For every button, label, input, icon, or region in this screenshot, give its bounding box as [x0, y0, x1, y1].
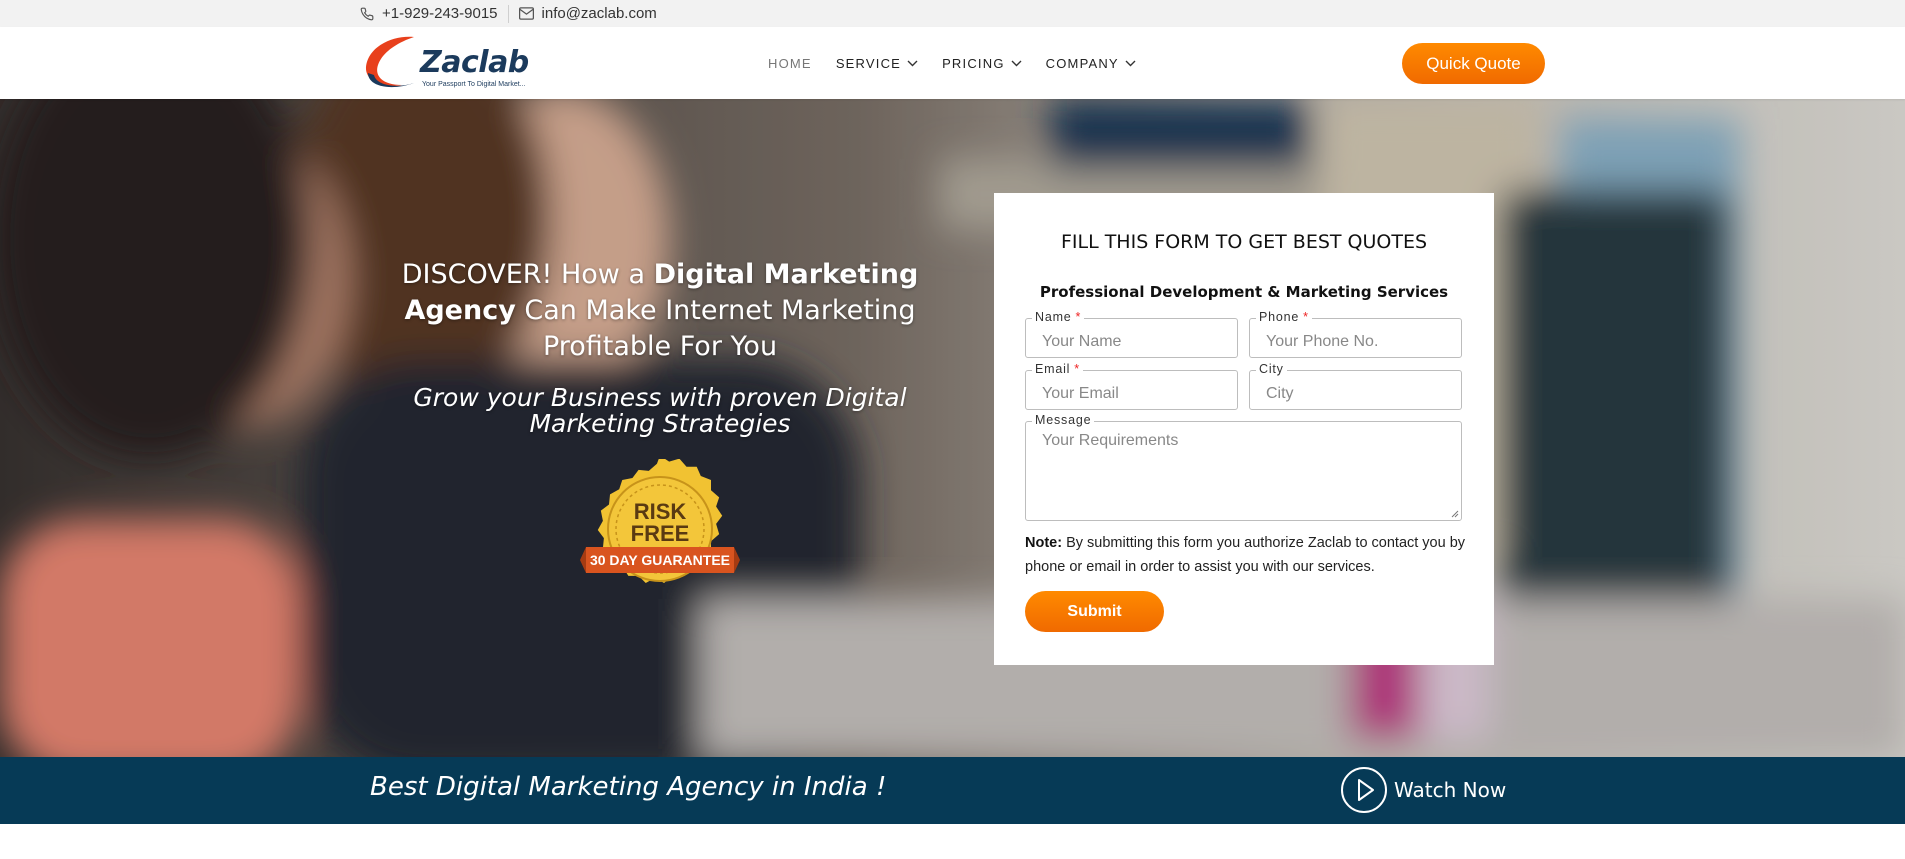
headline-part-1: DISCOVER! How a — [401, 259, 654, 290]
phone-contact[interactable]: +1-929-243-9015 — [360, 5, 498, 22]
play-circle-icon — [1341, 767, 1387, 813]
chevron-down-icon — [1125, 60, 1136, 66]
nav-company-label: COMPANY — [1045, 55, 1119, 71]
email-field: Email * — [1025, 362, 1238, 410]
nav-home[interactable]: HOME — [768, 56, 812, 71]
email-contact[interactable]: info@zaclab.com — [518, 5, 657, 22]
divider — [507, 4, 509, 23]
nav-service-label: SERVICE — [835, 55, 902, 71]
headline-bold-1: Digital Marketing — [653, 259, 919, 290]
nav-pricing[interactable]: PRICING — [942, 56, 1022, 71]
message-textarea[interactable] — [1026, 422, 1461, 520]
submit-button[interactable]: Submit — [1025, 591, 1164, 632]
hero-background-image — [0, 99, 1905, 757]
name-field: Name * — [1025, 310, 1238, 358]
quote-form: FILL THIS FORM TO GET BEST QUOTES Profes… — [994, 193, 1494, 665]
logo-text: Zaclab — [420, 45, 529, 80]
form-note: Note: By submitting this form you author… — [1025, 531, 1475, 579]
email-address[interactable]: info@zaclab.com — [542, 5, 657, 22]
headline-part-3: Profitable For You — [542, 331, 778, 362]
logo[interactable]: Zaclab Your Passport To Digital Market..… — [362, 33, 550, 93]
form-title: FILL THIS FORM TO GET BEST QUOTES — [1060, 231, 1428, 253]
headline-part-2: Can Make Internet Marketing — [515, 295, 916, 326]
headline-bold-2: Agency — [404, 295, 516, 326]
city-input[interactable] — [1250, 371, 1461, 409]
nav-home-label: HOME — [768, 55, 812, 71]
watch-now-label: Watch Now — [1394, 778, 1507, 802]
mail-icon — [518, 7, 534, 20]
resize-handle-icon[interactable] — [1450, 509, 1459, 518]
phone-field: Phone * — [1249, 310, 1462, 358]
phone-icon — [360, 7, 374, 20]
bottom-banner: Best Digital Marketing Agency in India !… — [0, 757, 1905, 824]
message-field: Message — [1025, 413, 1462, 521]
badge-line-2: FREE — [631, 521, 690, 546]
site-header: Zaclab Your Passport To Digital Market..… — [0, 27, 1905, 99]
guarantee-seal-icon: RISK FREE 30 DAY GUARANTEE — [580, 455, 740, 584]
badge-ribbon-text: 30 DAY GUARANTEE — [590, 552, 730, 568]
banner-tagline: Best Digital Marketing Agency in India ! — [370, 772, 887, 802]
nav-company[interactable]: COMPANY — [1046, 56, 1136, 71]
nav-service[interactable]: SERVICE — [836, 56, 918, 71]
hero-section: DISCOVER! How a Digital Marketing Agency… — [0, 99, 1905, 757]
city-field: City — [1249, 362, 1462, 410]
nav-pricing-label: PRICING — [942, 55, 1005, 71]
quick-quote-button[interactable]: Quick Quote — [1402, 43, 1545, 84]
phone-number[interactable]: +1-929-243-9015 — [382, 5, 498, 22]
form-subtitle: Professional Development & Marketing Ser… — [1039, 283, 1449, 301]
risk-free-badge: RISK FREE 30 DAY GUARANTEE — [580, 455, 740, 609]
email-input[interactable] — [1026, 371, 1237, 409]
chevron-down-icon — [907, 60, 918, 66]
watch-now-button[interactable]: Watch Now — [1340, 766, 1506, 814]
note-text: By submitting this form you authorize Za… — [1025, 535, 1466, 575]
name-input[interactable] — [1026, 319, 1237, 357]
main-nav: HOME SERVICE PRICING COMPANY — [768, 27, 1136, 99]
hero-subline: Grow your Business with proven Digital M… — [413, 383, 907, 438]
phone-input[interactable] — [1250, 319, 1461, 357]
note-label: Note: — [1025, 535, 1063, 551]
chevron-down-icon — [1011, 60, 1022, 66]
logo-tagline: Your Passport To Digital Market... — [422, 81, 526, 88]
hero-headline: DISCOVER! How a Digital Marketing Agency… — [380, 257, 940, 365]
top-contact-bar: +1-929-243-9015 info@zaclab.com — [0, 0, 1905, 27]
